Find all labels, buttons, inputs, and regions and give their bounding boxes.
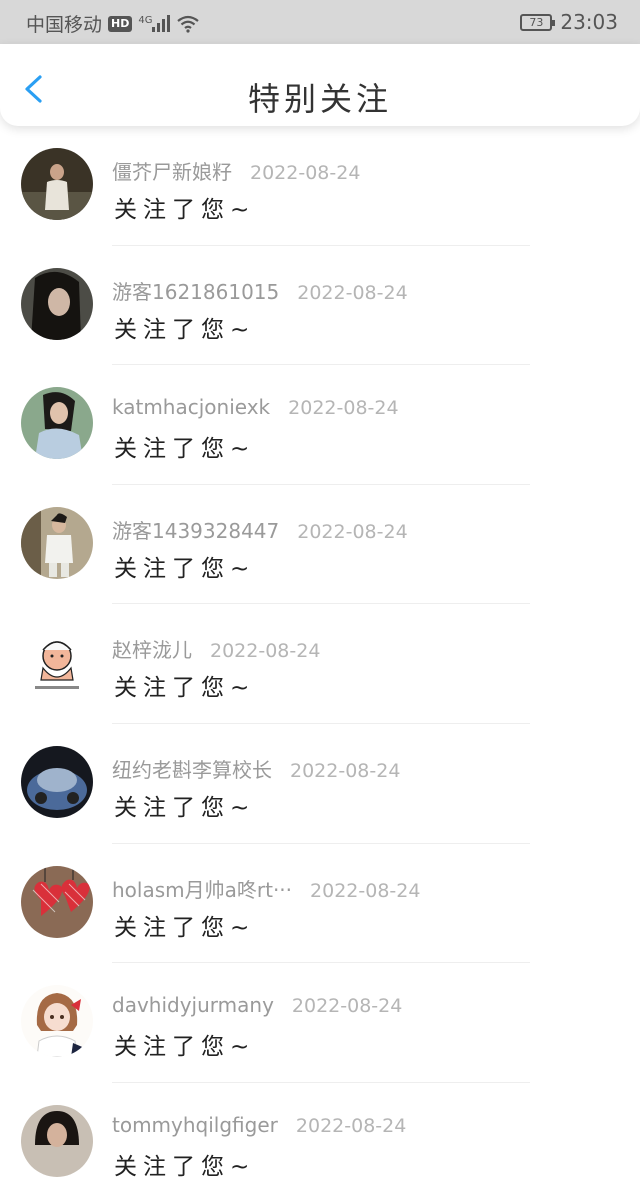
avatar[interactable]	[21, 626, 93, 699]
follow-message: 关注了您~	[114, 794, 256, 821]
user-name: davhidyjurmany 2022-08-24	[112, 993, 403, 1018]
list-item[interactable]: davhidyjurmany 2022-08-24 关注了您~	[0, 963, 640, 1083]
follow-date: 2022-08-24	[310, 879, 421, 902]
follow-date: 2022-08-24	[288, 397, 399, 420]
follow-message: 关注了您~	[114, 197, 256, 223]
avatar[interactable]	[21, 267, 93, 340]
follow-list: 僵芥尸新娘籽 2022-08-24 关注了您~ 游客1621861015 2022-…	[0, 126, 640, 1202]
status-bar-left: 中国移动 HD 4G	[26, 10, 200, 37]
follow-date: 2022-08-24	[297, 281, 408, 304]
user-name: 游客1621861015 2022-08-24	[112, 279, 408, 304]
wifi-icon	[177, 15, 200, 33]
user-name: 游客1439328447 2022-08-24	[112, 518, 408, 543]
follow-date: 2022-08-24	[297, 520, 408, 543]
battery-icon: 73	[520, 13, 556, 31]
follow-date: 2022-08-24	[250, 162, 361, 184]
list-item[interactable]: tommyhqilgfiger 2022-08-24 关注了您~	[0, 1083, 640, 1202]
follow-message: 关注了您~	[114, 316, 256, 343]
clock: 23:03	[560, 10, 618, 34]
user-name: katmhacjoniexk 2022-08-24	[112, 395, 399, 420]
follow-date: 2022-08-24	[290, 759, 401, 782]
avatar[interactable]	[21, 148, 93, 220]
list-item[interactable]: holasm月帅a咚rt··· 2022-08-24 关注了您~	[0, 844, 640, 964]
avatar[interactable]	[21, 865, 93, 938]
follow-date: 2022-08-24	[291, 995, 403, 1018]
avatar[interactable]	[21, 1104, 93, 1177]
follow-date: 2022-08-24	[210, 640, 321, 663]
user-name: holasm月帅a咚rt··· 2022-08-24	[112, 877, 421, 902]
battery-level: 73	[529, 15, 544, 29]
follow-message: 关注了您~	[114, 1153, 256, 1180]
page-title: 特别关注	[247, 80, 392, 118]
avatar[interactable]	[21, 506, 93, 579]
user-name: tommyhqilgfiger 2022-08-24	[112, 1112, 407, 1137]
status-bar: 中国移动 HD 4G 73 23:03	[0, 0, 640, 44]
nav-bar: 特别关注	[0, 44, 640, 126]
follow-message: 关注了您~	[114, 436, 256, 463]
status-bar-right: 73 23:03	[520, 10, 618, 34]
carrier-label: 中国移动	[26, 14, 103, 36]
user-name: 纽约老斟李算校长 2022-08-24	[112, 757, 401, 782]
avatar[interactable]	[21, 745, 93, 818]
user-name: 赵梓泷儿 2022-08-24	[112, 638, 321, 663]
network-type: 4G	[138, 15, 153, 26]
avatar[interactable]	[21, 387, 93, 460]
follow-date: 2022-08-24	[295, 1114, 407, 1137]
list-item[interactable]: 游客1621861015 2022-08-24 关注了您~	[0, 246, 640, 366]
list-item[interactable]: 纽约老斟李算校长 2022-08-24 关注了您~	[0, 724, 640, 844]
user-name: 僵芥尸新娘籽 2022-08-24	[112, 160, 361, 184]
follow-message: 关注了您~	[114, 1034, 256, 1061]
follow-message: 关注了您~	[114, 914, 256, 941]
list-item[interactable]: katmhacjoniexk 2022-08-24 关注了您~	[0, 365, 640, 485]
cell-signal-icon: 4G	[138, 15, 171, 32]
follow-message: 关注了您~	[114, 555, 256, 582]
list-item[interactable]: 僵芥尸新娘籽 2022-08-24 关注了您~	[0, 126, 640, 246]
follow-message: 关注了您~	[114, 675, 256, 702]
avatar[interactable]	[21, 985, 93, 1058]
hd-badge: HD	[108, 15, 133, 32]
list-item[interactable]: 游客1439328447 2022-08-24 关注了您~	[0, 485, 640, 605]
list-item[interactable]: 赵梓泷儿 2022-08-24 关注了您~	[0, 604, 640, 724]
